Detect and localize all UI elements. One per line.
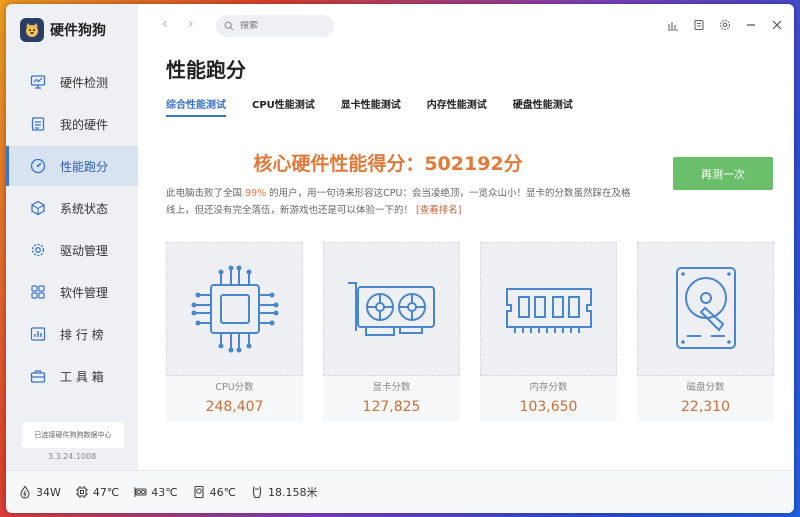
hard-disk-icon bbox=[675, 267, 736, 349]
desc-text-1: 此电脑击败了全国 bbox=[166, 188, 246, 199]
sidebar-item-driver-management[interactable]: 驱动管理 bbox=[6, 230, 138, 270]
sidebar-item-label: 驱动管理 bbox=[60, 243, 109, 258]
sidebar-item-hardware-detect[interactable]: 硬件检测 bbox=[6, 62, 138, 102]
sidebar-item-label: 性能跑分 bbox=[60, 159, 109, 174]
sidebar-item-my-hardware[interactable]: 我的硬件 bbox=[6, 104, 138, 144]
close-icon[interactable] bbox=[770, 18, 784, 32]
topbar: ‹ › bbox=[138, 4, 794, 44]
app-window: 硬件狗狗 硬件检测 我的硬件 性能跑分 系统状态 驱动管理 软件管理 排 行 榜… bbox=[6, 4, 794, 513]
card-value: 22,310 bbox=[681, 399, 730, 415]
status-bar: 34W 47℃ 43℃ 46℃ 18.158米 bbox=[6, 470, 794, 513]
graphics-card-icon bbox=[347, 282, 435, 336]
page-title: 性能跑分 bbox=[166, 58, 246, 82]
apps-icon bbox=[31, 285, 45, 299]
cpu-temp-icon bbox=[75, 486, 88, 498]
chart-icon bbox=[30, 327, 46, 341]
card-label: CPU分数 bbox=[215, 382, 254, 393]
gpu-temp-stat: 43℃ bbox=[133, 485, 178, 499]
card-illustration bbox=[637, 242, 774, 376]
toolbox-icon bbox=[30, 370, 46, 383]
forward-arrow-icon[interactable]: › bbox=[188, 16, 194, 32]
tab-disk[interactable]: 硬盘性能测试 bbox=[513, 96, 573, 117]
card-value: 248,407 bbox=[205, 399, 264, 415]
sidebar: 硬件狗狗 硬件检测 我的硬件 性能跑分 系统状态 驱动管理 软件管理 排 行 榜… bbox=[6, 4, 138, 470]
settings-icon[interactable] bbox=[718, 18, 732, 32]
sidebar-item-toolbox[interactable]: 工 具 箱 bbox=[6, 356, 138, 396]
score-description: 此电脑击败了全国 99% 的用户，用一句诗来形容这CPU：会当凌绝顶，一览众山小… bbox=[166, 185, 634, 219]
card-label: 磁盘分数 bbox=[686, 382, 725, 393]
gpu-score-card: 显卡分数 127,825 bbox=[323, 242, 460, 422]
gear-icon bbox=[31, 243, 45, 257]
tab-gpu[interactable]: 显卡性能测试 bbox=[341, 96, 401, 117]
cpu-temp-value: 47℃ bbox=[92, 485, 120, 499]
sidebar-item-label: 软件管理 bbox=[60, 285, 109, 300]
cpu-chip-icon bbox=[191, 265, 278, 353]
cube-icon bbox=[31, 200, 45, 216]
disk-temp-icon bbox=[194, 485, 204, 499]
sidebar-item-label: 我的硬件 bbox=[60, 117, 109, 132]
power-value: 34W bbox=[36, 485, 61, 499]
fan-value: 18.158米 bbox=[267, 486, 318, 499]
search-input[interactable] bbox=[240, 21, 320, 31]
minimize-icon[interactable] bbox=[744, 18, 758, 32]
fan-stat: 18.158米 bbox=[250, 484, 318, 500]
beat-percentage: 99% bbox=[245, 188, 267, 199]
card-label: 显卡分数 bbox=[372, 382, 411, 393]
gpu-temp-icon bbox=[134, 487, 147, 497]
sidebar-item-label: 系统状态 bbox=[60, 201, 109, 216]
app-name: 硬件狗狗 bbox=[50, 23, 106, 39]
card-value: 103,650 bbox=[519, 399, 578, 415]
stats-icon[interactable] bbox=[666, 18, 680, 32]
brand: 硬件狗狗 bbox=[20, 18, 106, 42]
sidebar-item-system-status[interactable]: 系统状态 bbox=[6, 188, 138, 228]
benchmark-tabs: 综合性能测试 CPU性能测试 显卡性能测试 内存性能测试 硬盘性能测试 bbox=[166, 96, 573, 117]
sidebar-item-label: 硬件检测 bbox=[60, 75, 109, 90]
data-center-status: 已连接硬件狗狗数据中心 bbox=[22, 422, 124, 448]
sidebar-nav: 硬件检测 我的硬件 性能跑分 系统状态 驱动管理 软件管理 排 行 榜 工 具 … bbox=[6, 62, 138, 398]
card-illustration bbox=[480, 242, 617, 376]
version-label: 3.3.24.1008 bbox=[47, 452, 97, 461]
speedometer-icon bbox=[30, 158, 46, 174]
document-icon[interactable] bbox=[692, 18, 706, 32]
card-value: 127,825 bbox=[362, 399, 421, 415]
main-panel: ‹ › 性能跑分 综合性能测试 CPU性能测试 显卡性能测试 内存性能测试 硬盘… bbox=[138, 4, 794, 470]
disk-temp-value: 46℃ bbox=[209, 485, 236, 499]
disk-temp-stat: 46℃ bbox=[192, 485, 236, 499]
memory-score-card: 内存分数 103,650 bbox=[480, 242, 617, 422]
search-box[interactable] bbox=[216, 15, 334, 37]
tab-memory[interactable]: 内存性能测试 bbox=[427, 96, 487, 117]
sidebar-item-software-management[interactable]: 软件管理 bbox=[6, 272, 138, 312]
disk-score-card: 磁盘分数 22,310 bbox=[637, 242, 774, 422]
card-label: 内存分数 bbox=[529, 382, 568, 393]
window-controls bbox=[666, 18, 784, 32]
view-ranking-link[interactable]: [查看排名] bbox=[416, 205, 461, 216]
retest-button[interactable]: 再测一次 bbox=[673, 157, 773, 190]
score-cards: CPU分数 248,407 显卡分数 127,825 内存分数 103,650 … bbox=[166, 242, 774, 422]
fan-icon bbox=[252, 486, 262, 499]
sidebar-item-leaderboard[interactable]: 排 行 榜 bbox=[6, 314, 138, 354]
gpu-temp-value: 43℃ bbox=[151, 485, 178, 499]
sidebar-item-label: 工 具 箱 bbox=[60, 369, 104, 384]
power-stat: 34W bbox=[18, 485, 61, 499]
card-illustration bbox=[166, 242, 303, 376]
cpu-temp-stat: 47℃ bbox=[75, 485, 119, 499]
clipboard-icon bbox=[31, 117, 45, 131]
back-arrow-icon[interactable]: ‹ bbox=[162, 16, 168, 32]
cpu-score-card: CPU分数 248,407 bbox=[166, 242, 303, 422]
memory-module-icon bbox=[505, 288, 592, 333]
dog-logo-icon bbox=[20, 18, 44, 42]
search-icon bbox=[224, 21, 234, 31]
sidebar-item-benchmark[interactable]: 性能跑分 bbox=[6, 146, 138, 186]
tab-overall[interactable]: 综合性能测试 bbox=[166, 96, 226, 117]
tab-cpu[interactable]: CPU性能测试 bbox=[252, 96, 315, 117]
total-score-headline: 核心硬件性能得分：502192分 bbox=[253, 153, 523, 175]
power-drop-icon bbox=[20, 485, 30, 499]
monitor-icon bbox=[30, 75, 46, 89]
card-illustration bbox=[323, 242, 460, 376]
sidebar-item-label: 排 行 榜 bbox=[60, 327, 104, 342]
